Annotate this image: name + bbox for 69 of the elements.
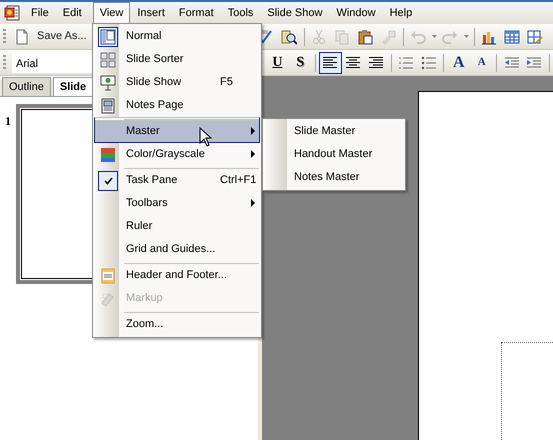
submenu-arrow-icon bbox=[251, 199, 255, 208]
menu-item[interactable]: Handout Master bbox=[264, 143, 404, 166]
menu-icon-column bbox=[263, 119, 287, 190]
clipboard-icon bbox=[357, 28, 374, 44]
menu-item[interactable]: Notes Page bbox=[94, 94, 260, 117]
menu-item[interactable]: Toolbars bbox=[94, 192, 260, 215]
font-name-field[interactable]: Arial bbox=[12, 52, 94, 72]
toolbar-button[interactable] bbox=[318, 52, 342, 74]
dropdown-arrow-icon bbox=[464, 35, 469, 38]
notes-page-icon bbox=[100, 98, 116, 114]
menu-item[interactable]: Zoom... bbox=[94, 310, 260, 336]
table-icon bbox=[504, 28, 520, 44]
menu-item[interactable]: Edit bbox=[56, 2, 89, 24]
redo-icon bbox=[442, 28, 458, 44]
brush-icon bbox=[380, 28, 396, 44]
toolbar-button[interactable]: A bbox=[447, 52, 470, 74]
slide-number: 1 bbox=[5, 113, 11, 130]
scissors-icon bbox=[311, 28, 328, 44]
menu-item[interactable]: Master bbox=[94, 117, 260, 143]
menu-item[interactable]: View bbox=[92, 2, 130, 24]
mouse-pointer-icon bbox=[199, 127, 212, 147]
toolbar-button[interactable]: A bbox=[470, 52, 494, 74]
copy-icon bbox=[334, 28, 350, 44]
submenu-arrow-icon bbox=[251, 150, 255, 158]
menu-item[interactable]: Slide Master bbox=[264, 120, 404, 143]
toolbar-button[interactable]: S bbox=[288, 52, 312, 74]
menu-item[interactable]: Normal bbox=[94, 25, 260, 48]
slide-sorter-icon bbox=[100, 52, 116, 68]
menu-item[interactable]: Task Pane Ctrl+F1 bbox=[94, 166, 260, 192]
decrease-indent-icon bbox=[504, 54, 520, 70]
research-icon bbox=[281, 28, 298, 44]
normal-view-icon bbox=[100, 28, 116, 44]
menu-item[interactable]: Color/Grayscale bbox=[94, 143, 260, 166]
shortcut-label: Ctrl+F1 bbox=[220, 173, 256, 188]
align-right-icon bbox=[368, 54, 384, 70]
align-left-icon bbox=[322, 54, 338, 70]
header-footer-icon bbox=[100, 268, 116, 284]
menu-item[interactable]: Header and Footer... bbox=[94, 261, 260, 287]
undo-icon bbox=[410, 28, 426, 44]
menu-item[interactable]: Format bbox=[172, 2, 221, 24]
menu-item[interactable]: Ruler bbox=[94, 215, 260, 238]
pane-tab[interactable]: Slide bbox=[52, 76, 94, 96]
menu-item[interactable]: Window bbox=[329, 2, 383, 24]
increase-indent-icon bbox=[526, 54, 542, 70]
menu-item[interactable]: Tools bbox=[220, 2, 260, 24]
save-as-button[interactable]: Save As... bbox=[33, 28, 91, 45]
menu-item[interactable]: File bbox=[24, 2, 56, 24]
menu-item[interactable]: Slide Show bbox=[260, 2, 330, 24]
dropdown-arrow-icon bbox=[432, 35, 437, 38]
menu-item[interactable]: Slide Sorter bbox=[94, 48, 260, 71]
pen-icon bbox=[100, 290, 116, 306]
check-icon bbox=[104, 176, 112, 184]
bulleted-list-icon bbox=[420, 54, 437, 70]
menu-item[interactable]: Insert bbox=[130, 2, 172, 24]
pane-tab[interactable]: Outline bbox=[2, 76, 51, 96]
toolbar-button[interactable]: U bbox=[266, 52, 289, 74]
document-icon bbox=[14, 28, 30, 44]
menu-item[interactable]: Grid and Guides... bbox=[94, 238, 260, 261]
submenu-arrow-icon bbox=[251, 127, 255, 136]
table-grid-icon bbox=[527, 28, 544, 44]
projector-icon bbox=[100, 74, 116, 90]
menu-item[interactable]: Help bbox=[382, 2, 420, 24]
menu-item[interactable]: Notes Master bbox=[264, 166, 404, 189]
shortcut-label: F5 bbox=[220, 75, 233, 90]
align-center-icon bbox=[345, 54, 362, 70]
application-icon bbox=[4, 5, 20, 21]
numbered-list-icon bbox=[398, 54, 414, 70]
color-bars-icon bbox=[100, 146, 116, 162]
menu-item[interactable]: Slide Show F5 bbox=[94, 71, 260, 94]
